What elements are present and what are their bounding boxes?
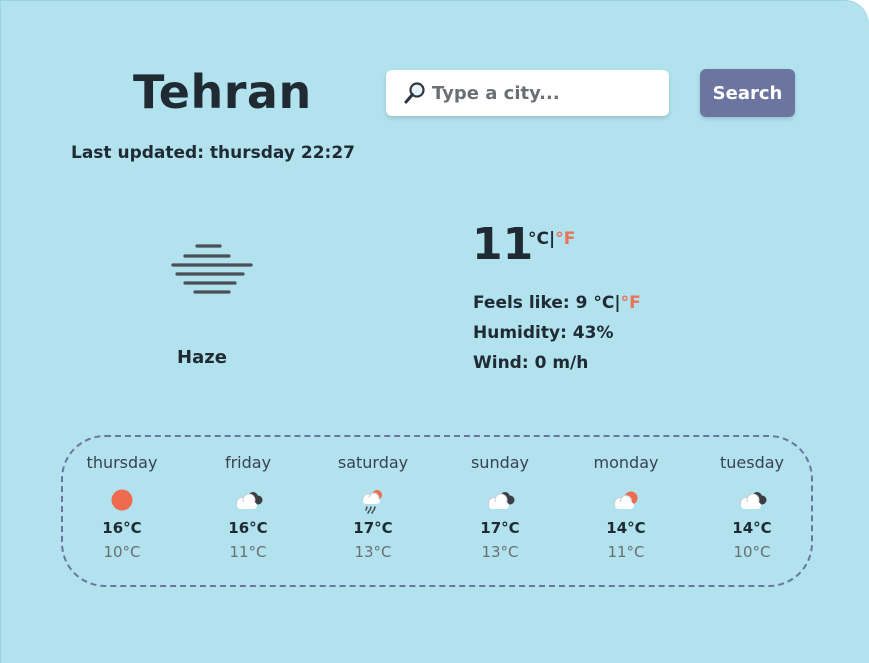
forecast-day: saturday 17°C 13°C [318, 453, 428, 561]
city-name: Tehran [133, 65, 312, 119]
wind: Wind: 0 m/h [473, 353, 589, 373]
weather-card: Tehran Last updated: thursday 22:27 Sear… [0, 0, 869, 663]
magnifier-icon [404, 82, 425, 104]
search-input[interactable] [430, 81, 654, 105]
search-form [386, 70, 669, 116]
unit-toggle: °C|°F [528, 229, 575, 249]
last-updated: Last updated: thursday 22:27 [71, 143, 355, 163]
cloudy-icon [488, 492, 515, 509]
forecast-day-name: sunday [470, 453, 530, 472]
fahrenheit-link[interactable]: °F [555, 229, 575, 249]
sun-icon [111, 489, 133, 511]
celsius-link[interactable]: °C [528, 229, 549, 249]
forecast-day: thursday 16°C 10°C [67, 453, 177, 561]
forecast-low: 13°C [481, 543, 519, 561]
forecast-day-name: friday [224, 453, 272, 472]
rain-sun-icon [362, 490, 382, 514]
forecast-day-name: monday [593, 453, 659, 472]
forecast-day: friday 16°C 11°C [193, 453, 303, 561]
forecast-high: 17°C [480, 519, 520, 537]
feels-fahrenheit[interactable]: °F [621, 293, 641, 313]
forecast-low: 10°C [733, 543, 771, 561]
partly-cloudy-icon [614, 491, 638, 509]
forecast-day: tuesday 14°C 10°C [697, 453, 807, 561]
forecast-day-name: saturday [337, 453, 409, 472]
forecast-day: monday 14°C 11°C [571, 453, 681, 561]
forecast-low: 13°C [354, 543, 392, 561]
search-button[interactable]: Search [700, 69, 795, 117]
weather-details: Feels like: 9 °C|°F Humidity: 43% Wind: … [473, 291, 641, 381]
forecast-low: 11°C [607, 543, 645, 561]
current-temperature: 11 [472, 219, 534, 270]
forecast-high: 14°C [606, 519, 646, 537]
haze-icon [171, 244, 253, 294]
forecast-low: 11°C [229, 543, 267, 561]
feels-celsius[interactable]: °C [593, 293, 614, 313]
forecast-day: sunday 17°C 13°C [445, 453, 555, 561]
cloudy-icon [236, 492, 263, 509]
forecast-high: 17°C [353, 519, 393, 537]
weather-description: Haze [177, 347, 227, 368]
forecast-day-name: thursday [86, 453, 158, 472]
feels-like-label: Feels like: 9 [473, 293, 594, 313]
forecast-strip: thursday 16°C 10°C friday 16°C 11°C satu… [61, 435, 813, 587]
forecast-high: 14°C [732, 519, 772, 537]
cloudy-icon [740, 492, 767, 509]
forecast-high: 16°C [102, 519, 142, 537]
feels-like: Feels like: 9 °C|°F [473, 291, 641, 321]
forecast-high: 16°C [228, 519, 268, 537]
forecast-day-name: tuesday [719, 453, 785, 472]
forecast-low: 10°C [103, 543, 141, 561]
humidity: Humidity: 43% [473, 323, 614, 343]
